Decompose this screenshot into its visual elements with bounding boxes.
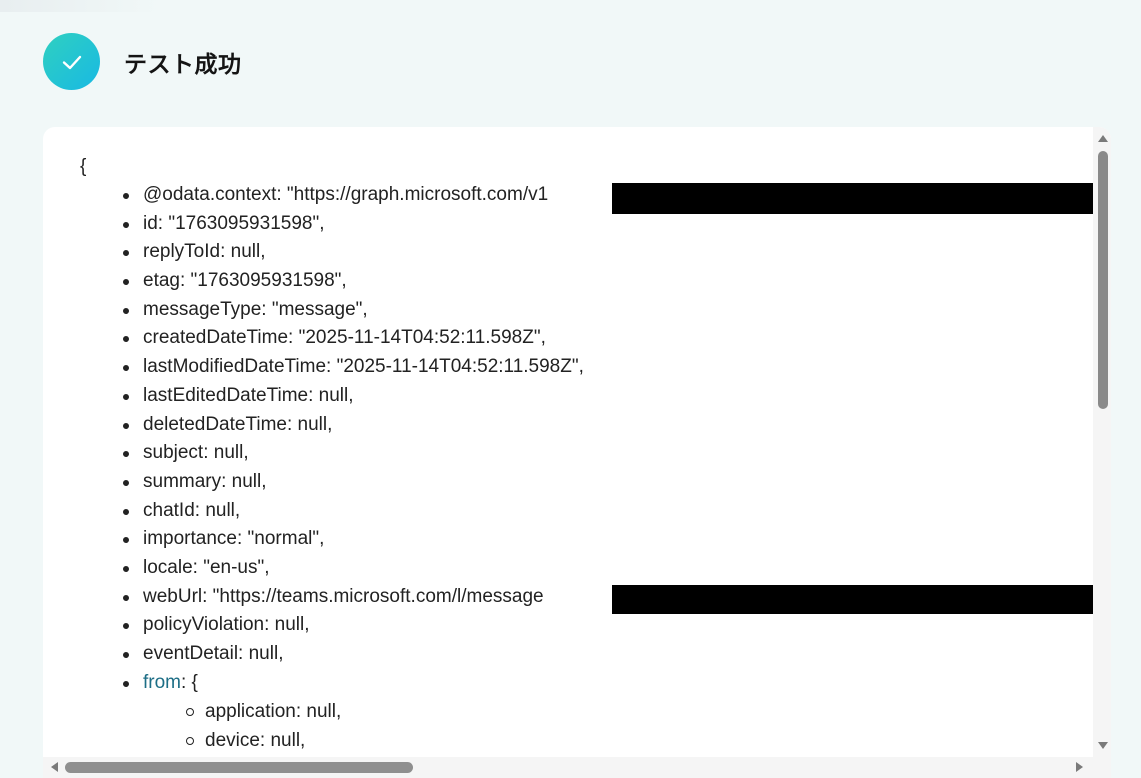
json-field-created-date-time: createdDateTime: "2025-11-14T04:52:11.59…: [123, 324, 584, 353]
redaction-bar: [612, 585, 1093, 614]
json-content: { @odata.context: "https://graph.microso…: [43, 127, 1093, 752]
scroll-right-arrow-icon[interactable]: [1076, 762, 1083, 772]
json-field-etag: etag: "1763095931598",: [123, 267, 584, 296]
json-field-summary: summary: null,: [123, 468, 584, 497]
json-field-web-url: webUrl: "https://teams.microsoft.com/l/m…: [123, 583, 584, 612]
json-field-chat-id: chatId: null,: [123, 497, 584, 526]
json-output-panel: { @odata.context: "https://graph.microso…: [43, 127, 1111, 778]
json-field-subject: subject: null,: [123, 439, 584, 468]
scroll-up-arrow-icon[interactable]: [1098, 135, 1108, 142]
horizontal-scroll-thumb[interactable]: [65, 762, 413, 773]
success-badge: [43, 33, 100, 90]
json-field-list: @odata.context: "https://graph.microsoft…: [123, 181, 584, 697]
horizontal-scrollbar[interactable]: [43, 757, 1111, 778]
scroll-left-arrow-icon[interactable]: [51, 762, 58, 772]
top-fade: [0, 0, 160, 12]
json-field-last-edited-date-time: lastEditedDateTime: null,: [123, 382, 584, 411]
vertical-scroll-thumb[interactable]: [1098, 151, 1108, 409]
vertical-scrollbar[interactable]: [1093, 127, 1111, 757]
json-field-locale: locale: "en-us",: [123, 554, 584, 583]
json-field-device: device: null,: [186, 727, 341, 752]
json-field-odata-context: @odata.context: "https://graph.microsoft…: [123, 181, 584, 210]
from-open-brace: : {: [181, 671, 198, 693]
check-icon: [62, 55, 81, 69]
scroll-down-arrow-icon[interactable]: [1098, 742, 1108, 749]
redaction-bar: [612, 183, 1093, 214]
json-field-deleted-date-time: deletedDateTime: null,: [123, 411, 584, 440]
page-title: テスト成功: [124, 51, 242, 78]
json-field-application: application: null,: [186, 698, 341, 727]
result-header: テスト成功: [43, 33, 242, 90]
json-field-from[interactable]: from: {: [123, 669, 584, 698]
from-key-toggle[interactable]: from: [143, 672, 181, 693]
json-field-event-detail: eventDetail: null,: [123, 640, 584, 669]
json-field-policy-violation: policyViolation: null,: [123, 611, 584, 640]
json-field-reply-to-id: replyToId: null,: [123, 238, 584, 267]
from-field-list: application: null, device: null,: [186, 698, 341, 752]
json-field-message-type: messageType: "message",: [123, 296, 584, 325]
json-field-last-modified-date-time: lastModifiedDateTime: "2025-11-14T04:52:…: [123, 353, 584, 382]
json-field-id: id: "1763095931598",: [123, 210, 584, 239]
json-open-brace: {: [80, 156, 87, 177]
json-field-importance: importance: "normal",: [123, 525, 584, 554]
